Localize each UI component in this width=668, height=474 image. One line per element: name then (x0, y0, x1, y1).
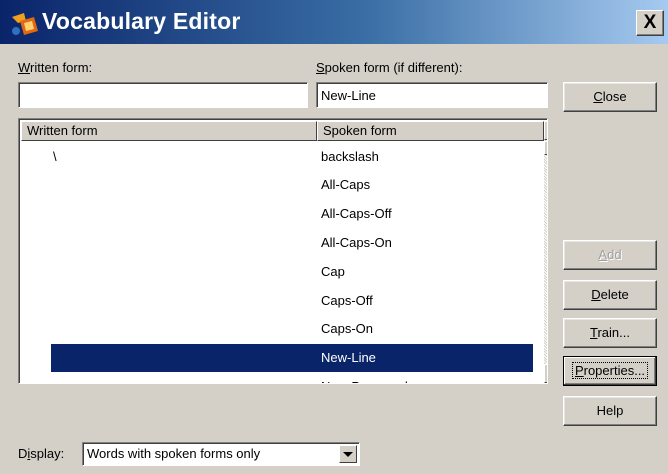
scroll-up-button[interactable] (544, 121, 547, 140)
spoken-form-input[interactable] (316, 82, 548, 108)
written-form-input[interactable] (18, 82, 308, 108)
app-icon (12, 13, 38, 35)
display-label: Display: (18, 446, 65, 461)
list-item[interactable]: \ backslash (51, 143, 533, 171)
properties-button[interactable]: Properties... (563, 356, 657, 386)
spoken-form-label: Spoken form (if different): (316, 60, 463, 75)
spoken-cell: New-Paragraph (321, 373, 412, 383)
list-item[interactable]: Cap (51, 258, 533, 286)
list-item[interactable]: All-Caps (51, 171, 533, 199)
train-button[interactable]: Train... (563, 318, 657, 348)
spoken-cell: New-Line (321, 350, 376, 365)
written-form-label: Written form: (18, 60, 93, 75)
list-item[interactable]: New-Paragraph (51, 373, 533, 383)
display-select[interactable]: Words with spoken forms only (82, 442, 360, 466)
spoken-cell: Caps-Off (321, 293, 373, 308)
scroll-thumb[interactable] (544, 141, 547, 155)
display-select-value: Words with spoken forms only (87, 446, 261, 461)
column-header-spoken[interactable]: Spoken form (317, 121, 544, 141)
vocabulary-list[interactable]: Written form Spoken form \ backslash All-… (18, 118, 548, 384)
list-scrollbar[interactable] (544, 121, 547, 383)
spoken-cell: Caps-On (321, 321, 374, 336)
spoken-cell: Cap (321, 264, 345, 279)
list-item[interactable]: All-Caps-On (51, 229, 533, 257)
chevron-down-icon (343, 452, 353, 457)
close-window-button[interactable]: X (636, 10, 664, 36)
spoken-cell: All-Caps-Off (321, 206, 392, 221)
written-cell: \ (53, 149, 57, 164)
column-header-written[interactable]: Written form (21, 121, 317, 141)
title-bar: Vocabulary Editor X (0, 0, 668, 44)
help-button[interactable]: Help (563, 396, 657, 426)
list-item[interactable]: All-Caps-Off (51, 200, 533, 228)
add-button[interactable]: Add (563, 240, 657, 270)
list-item[interactable]: Caps-Off (51, 287, 533, 315)
display-dropdown-button[interactable] (339, 445, 357, 463)
spoken-cell: backslash (321, 149, 379, 164)
spoken-cell: All-Caps (321, 177, 371, 192)
list-item[interactable]: Caps-On (51, 315, 533, 343)
window-title: Vocabulary Editor (42, 8, 241, 34)
delete-button[interactable]: Delete (563, 280, 657, 310)
scroll-down-button[interactable] (544, 364, 547, 383)
spoken-cell: All-Caps-On (321, 235, 392, 250)
list-item-selected[interactable]: New-Line (51, 344, 533, 372)
close-button[interactable]: Close (563, 82, 657, 112)
